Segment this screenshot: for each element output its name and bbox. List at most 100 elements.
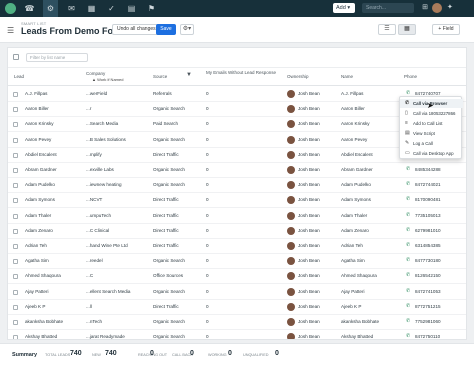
- list-view-icon[interactable]: ☰: [378, 24, 396, 35]
- phone-cell[interactable]: 8472741053: [415, 289, 441, 295]
- lead-name-cell[interactable]: Adam Thaler: [25, 213, 51, 219]
- phone-icon[interactable]: ✆: [406, 242, 410, 248]
- phone-cell[interactable]: 8772751215: [415, 304, 441, 310]
- phone-icon[interactable]: ✆: [406, 212, 410, 218]
- col-ownership[interactable]: Ownership: [287, 74, 309, 79]
- row-checkbox[interactable]: [13, 244, 18, 249]
- col-emails[interactable]: My Emails Without Lead Response: [206, 70, 278, 75]
- leads-nav-icon[interactable]: ⚙: [45, 3, 56, 14]
- row-checkbox[interactable]: [13, 274, 18, 280]
- lead-name-cell[interactable]: Agatha Sim: [25, 258, 49, 264]
- row-checkbox[interactable]: [13, 137, 18, 143]
- lead-name-cell[interactable]: Adam Symons: [25, 197, 55, 203]
- phone-cell[interactable]: 7735105013: [415, 213, 441, 219]
- lead-name-cell[interactable]: Abdiel Escalent: [25, 152, 57, 158]
- lead-name-cell[interactable]: Akshay Bhatted: [25, 334, 57, 339]
- phone-cell[interactable]: 8485344288: [415, 167, 441, 173]
- phone-icon[interactable]: ✆: [406, 257, 410, 263]
- user-avatar[interactable]: [432, 3, 442, 13]
- row-checkbox[interactable]: [13, 289, 18, 295]
- apps-grid-icon[interactable]: ⊞: [420, 3, 430, 13]
- filter-icon[interactable]: ▼: [186, 72, 192, 78]
- add-field-button[interactable]: + Field: [432, 24, 460, 35]
- phone-cell[interactable]: 6314854385: [415, 243, 441, 249]
- call-menu-item[interactable]: ▯ Call via 18053227866: [400, 109, 463, 118]
- phone-icon[interactable]: ✆: [406, 227, 410, 233]
- call-menu-item[interactable]: ▭ Call via Desktop App: [400, 149, 463, 158]
- col-company[interactable]: Company: [86, 71, 105, 76]
- table-row[interactable]: Adam Pudelko ...iewnew heating Organic Sea…: [8, 178, 466, 194]
- phone-cell[interactable]: 8477730180: [415, 258, 441, 264]
- row-checkbox[interactable]: [13, 107, 18, 113]
- row-checkbox[interactable]: [13, 259, 18, 265]
- add-button[interactable]: Add ▾: [333, 3, 355, 13]
- phone-icon[interactable]: ✆: [406, 166, 410, 172]
- lead-name-cell[interactable]: akanksha Bobhate: [25, 319, 63, 325]
- phone-nav-icon[interactable]: ☎: [24, 3, 35, 14]
- call-menu-item[interactable]: ≡ Add to Call List: [400, 119, 463, 128]
- row-checkbox[interactable]: [13, 335, 18, 339]
- lead-name-cell[interactable]: A.J. Fillpas: [25, 91, 47, 97]
- reports-nav-icon[interactable]: ▤: [126, 3, 137, 14]
- global-search-input[interactable]: Search...: [362, 3, 414, 13]
- select-all-checkbox[interactable]: [13, 54, 19, 60]
- phone-cell[interactable]: 8126542150: [415, 273, 441, 279]
- undo-changes-button[interactable]: Undo all changes: [112, 24, 161, 35]
- phone-cell[interactable]: 8170090481: [415, 197, 441, 203]
- phone-cell[interactable]: 6279981010: [415, 228, 441, 234]
- table-row[interactable]: Agatha Sim ...reedel Organic Search 0 Josh B…: [8, 254, 466, 270]
- row-checkbox[interactable]: [13, 168, 18, 173]
- phone-icon[interactable]: ✆: [406, 196, 410, 202]
- settings-nav-icon[interactable]: ⚑: [146, 3, 157, 14]
- inbox-nav-icon[interactable]: ✉: [66, 3, 77, 14]
- table-row[interactable]: Abram Gardner ...exville Labs Organic Sear…: [8, 163, 466, 178]
- lead-name-cell[interactable]: Adam Pudelko: [25, 182, 55, 188]
- lead-name-cell[interactable]: Aaron Biller: [25, 106, 49, 112]
- save-button[interactable]: Save: [156, 24, 176, 35]
- table-row[interactable]: Ajay Patteri ...ellent Search Media Organi…: [8, 285, 466, 300]
- row-checkbox[interactable]: [13, 183, 18, 189]
- lead-name-cell[interactable]: Ajeeb K P: [25, 304, 45, 310]
- notifications-icon[interactable]: ✦: [447, 3, 453, 11]
- phone-cell[interactable]: 8472750110: [415, 334, 440, 339]
- lead-name-cell[interactable]: Adam Zenaro: [25, 228, 53, 234]
- lead-name-cell[interactable]: Ajay Patteri: [25, 289, 49, 295]
- phone-icon[interactable]: ✆: [406, 288, 410, 294]
- row-checkbox[interactable]: [13, 122, 18, 128]
- row-checkbox[interactable]: [13, 304, 18, 310]
- col-name[interactable]: Name: [341, 74, 353, 79]
- table-row[interactable]: Ajeeb K P ...ll Direct Traffic 0 Josh Bean Aj…: [8, 300, 466, 315]
- table-row[interactable]: Adrian Teh ...hand Wine Pte Ltd Direct Tra…: [8, 239, 466, 254]
- table-row[interactable]: Akshay Bhatted ...jarat Readymade Organic …: [8, 330, 466, 339]
- calendar-nav-icon[interactable]: ▦: [86, 3, 97, 14]
- table-filter-input[interactable]: Filter by list name: [26, 53, 88, 62]
- table-view-icon[interactable]: ▦: [398, 24, 416, 35]
- col-company-filter[interactable]: ▲ Work if Named: [92, 77, 123, 82]
- phone-cell[interactable]: 7752981060: [415, 319, 441, 325]
- col-source[interactable]: Source: [153, 74, 167, 79]
- call-menu-item[interactable]: ▤ View Script: [400, 129, 463, 138]
- phone-icon[interactable]: ✆: [406, 318, 410, 324]
- col-lead[interactable]: Lead: [14, 74, 24, 79]
- table-row[interactable]: Adam Symons ...NCVT Direct Traffic 0 Josh Be…: [8, 193, 466, 209]
- phone-cell[interactable]: 8472744021: [415, 182, 441, 188]
- phone-icon[interactable]: ✆: [406, 272, 410, 278]
- row-checkbox[interactable]: [13, 152, 18, 158]
- menu-icon[interactable]: ☰: [7, 26, 14, 35]
- phone-icon[interactable]: ✆: [406, 303, 410, 309]
- row-checkbox[interactable]: [13, 198, 18, 204]
- tasks-nav-icon[interactable]: ✓: [106, 3, 117, 14]
- row-checkbox[interactable]: [13, 213, 18, 219]
- lead-name-cell[interactable]: Abram Gardner: [25, 167, 57, 173]
- table-row[interactable]: Adam Zenaro ...C Clinical Direct Traffic 0 J…: [8, 224, 466, 239]
- row-checkbox[interactable]: [13, 92, 18, 97]
- table-row[interactable]: Ahmed Shaqoura ...C Office Sources 0 Josh Be…: [8, 269, 466, 285]
- col-phone[interactable]: Phone: [404, 74, 417, 79]
- settings-dropdown-icon[interactable]: ⚙▾: [180, 24, 194, 35]
- phone-icon[interactable]: ✆: [406, 181, 410, 187]
- row-checkbox[interactable]: [13, 228, 18, 234]
- table-row[interactable]: akanksha Bobhate ...nTech Organic Search 0 J…: [8, 315, 466, 330]
- lead-name-cell[interactable]: Adrian Teh: [25, 243, 47, 249]
- app-logo[interactable]: [5, 3, 16, 14]
- row-checkbox[interactable]: [13, 320, 18, 325]
